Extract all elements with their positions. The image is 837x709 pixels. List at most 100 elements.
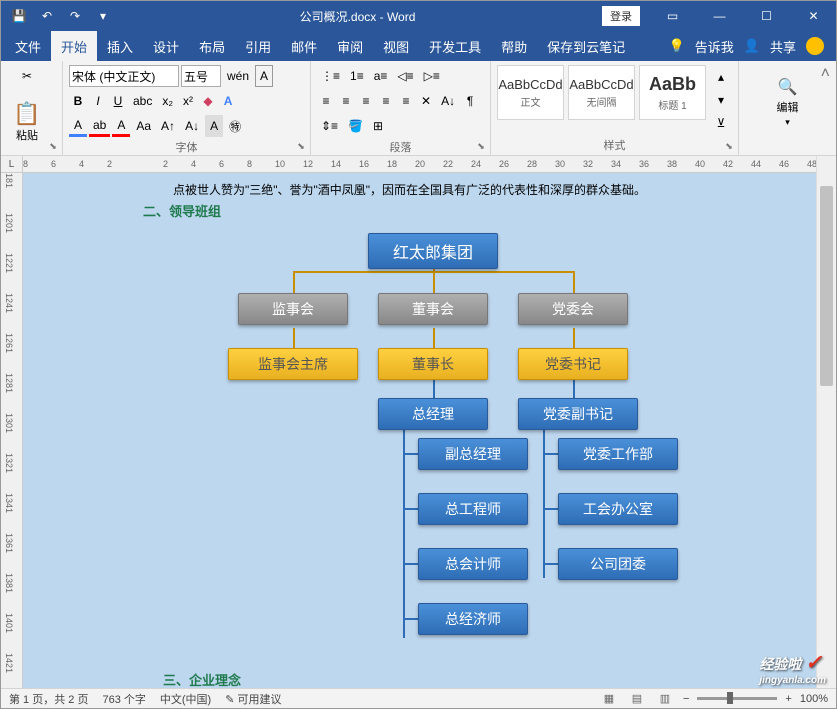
tell-me-label[interactable]: 告诉我 — [695, 37, 734, 56]
numbering-icon[interactable]: 1≡ — [346, 65, 368, 87]
paragraph-launcher-icon[interactable]: ⬊ — [474, 139, 488, 153]
align-center-icon[interactable]: ≡ — [337, 90, 355, 112]
web-layout-icon[interactable]: ▥ — [655, 691, 675, 707]
styles-launcher-icon[interactable]: ⬊ — [722, 139, 736, 153]
org-branch-1[interactable]: 董事会 — [378, 293, 488, 325]
shrink-font-icon[interactable]: A↓ — [181, 115, 203, 137]
shading-icon[interactable]: 🪣 — [344, 115, 367, 137]
status-words[interactable]: 763 个字 — [102, 691, 145, 707]
align-right-icon[interactable]: ≡ — [357, 90, 375, 112]
org-node-zongjingji[interactable]: 总经济师 — [418, 603, 528, 635]
print-layout-icon[interactable]: ▤ — [627, 691, 647, 707]
status-lang[interactable]: 中文(中国) — [160, 691, 211, 707]
grow-font-icon[interactable]: A↑ — [157, 115, 179, 137]
share-icon[interactable]: 👤 — [744, 38, 760, 54]
menu-cloud[interactable]: 保存到云笔记 — [537, 31, 635, 62]
read-mode-icon[interactable]: ▦ — [599, 691, 619, 707]
style-nospacing[interactable]: AaBbCcDd 无间隔 — [568, 65, 635, 120]
qat-dropdown-icon[interactable]: ▾ — [93, 6, 113, 26]
subscript-button[interactable]: x₂ — [158, 90, 177, 112]
strike-button[interactable]: abc — [129, 90, 156, 112]
font-color-icon[interactable]: ab — [89, 115, 110, 137]
superscript-button[interactable]: x² — [179, 90, 197, 112]
org-node-zongjingli[interactable]: 总经理 — [378, 398, 488, 430]
zoom-out-icon[interactable]: − — [683, 693, 689, 705]
increase-indent-icon[interactable]: ▷≡ — [420, 65, 444, 87]
show-marks-icon[interactable]: ¶ — [461, 90, 479, 112]
zoom-in-icon[interactable]: + — [785, 693, 791, 705]
login-button[interactable]: 登录 — [602, 6, 640, 26]
decrease-indent-icon[interactable]: ◁≡ — [393, 65, 417, 87]
find-icon[interactable]: 🔍 — [778, 77, 798, 97]
menu-mailings[interactable]: 邮件 — [281, 31, 327, 62]
menu-insert[interactable]: 插入 — [97, 31, 143, 62]
org-branch-0[interactable]: 监事会 — [238, 293, 348, 325]
clipboard-launcher-icon[interactable]: ⬊ — [46, 139, 60, 153]
clear-format-icon[interactable]: ◆ — [199, 90, 217, 112]
feedback-icon[interactable] — [806, 37, 824, 55]
font-color2-icon[interactable]: A — [112, 115, 130, 137]
bullets-icon[interactable]: ⋮≡ — [317, 65, 344, 87]
org-node-dongshizhang[interactable]: 董事长 — [378, 348, 488, 380]
save-icon[interactable]: 💾 — [9, 6, 29, 26]
highlight-icon[interactable]: A — [69, 115, 87, 137]
bold-button[interactable]: B — [69, 90, 87, 112]
style-heading1[interactable]: AaBb 标题 1 — [639, 65, 706, 120]
menu-design[interactable]: 设计 — [143, 31, 189, 62]
style-normal[interactable]: AaBbCcDd 正文 — [497, 65, 564, 120]
menu-layout[interactable]: 布局 — [189, 31, 235, 62]
org-node-fuzong[interactable]: 副总经理 — [418, 438, 528, 470]
org-branch-2[interactable]: 党委会 — [518, 293, 628, 325]
distribute-icon[interactable]: ≡ — [397, 90, 415, 112]
org-node-zongkuaiji[interactable]: 总会计师 — [418, 548, 528, 580]
styles-up-icon[interactable]: ▴ — [712, 69, 730, 85]
char-shading-icon[interactable]: A — [205, 115, 223, 137]
line-spacing-icon[interactable]: ⇕≡ — [317, 115, 342, 137]
multilevel-icon[interactable]: a≡ — [370, 65, 392, 87]
sort-icon[interactable]: A↓ — [437, 90, 459, 112]
menu-references[interactable]: 引用 — [235, 31, 281, 62]
menu-help[interactable]: 帮助 — [491, 31, 537, 62]
menu-view[interactable]: 视图 — [373, 31, 419, 62]
org-node-gonghui[interactable]: 工会办公室 — [558, 493, 678, 525]
italic-button[interactable]: I — [89, 90, 107, 112]
collapse-ribbon-icon[interactable]: ˄ — [821, 65, 830, 83]
borders-icon[interactable]: ⊞ — [369, 115, 387, 137]
styles-down-icon[interactable]: ▾ — [712, 92, 730, 108]
document-area[interactable]: 点被世人赞为"三绝"、誉为"酒中凤凰"，因而在全国具有广泛的代表性和深厚的群众基… — [23, 173, 816, 688]
ribbon-options-icon[interactable]: ▭ — [650, 1, 695, 31]
font-size-select[interactable] — [181, 65, 221, 87]
org-node-jianshizhuxi[interactable]: 监事会主席 — [228, 348, 358, 380]
org-chart[interactable]: 红太郎集团 监事会 董事会 党委会 监事会主席 董事长 党委书记 总经理 党委副… — [148, 233, 708, 663]
scroll-thumb[interactable] — [820, 186, 833, 386]
styles-more-icon[interactable]: ⊻ — [712, 115, 730, 131]
justify-icon[interactable]: ≡ — [377, 90, 395, 112]
vertical-ruler[interactable]: 1811201122112411261128113011321134113611… — [1, 173, 23, 688]
menu-home[interactable]: 开始 — [51, 31, 97, 62]
vertical-scrollbar[interactable] — [816, 156, 836, 688]
font-name-select[interactable] — [69, 65, 179, 87]
minimize-icon[interactable]: — — [697, 1, 742, 31]
status-suggest[interactable]: ✎ 可用建议 — [225, 691, 281, 707]
change-case-icon[interactable]: Aa — [132, 115, 155, 137]
menu-file[interactable]: 文件 — [5, 31, 51, 62]
char-border-icon[interactable]: A — [255, 65, 273, 87]
maximize-icon[interactable]: ☐ — [744, 1, 789, 31]
enclose-char-icon[interactable]: ㊕ — [225, 115, 245, 137]
org-node-dangweishuji[interactable]: 党委书记 — [518, 348, 628, 380]
status-page[interactable]: 第 1 页，共 2 页 — [9, 691, 88, 707]
align-left-icon[interactable]: ≡ — [317, 90, 335, 112]
org-node-dangweigzb[interactable]: 党委工作部 — [558, 438, 678, 470]
redo-icon[interactable]: ↷ — [65, 6, 85, 26]
format-painter-icon[interactable]: ✂ — [18, 65, 36, 87]
share-label[interactable]: 共享 — [770, 37, 796, 56]
tell-me-icon[interactable]: 💡 — [669, 38, 685, 54]
menu-developer[interactable]: 开发工具 — [419, 31, 491, 62]
org-root[interactable]: 红太郎集团 — [368, 233, 498, 269]
underline-button[interactable]: U — [109, 90, 127, 112]
phonetic-icon[interactable]: wén — [223, 65, 253, 87]
org-node-zonggong[interactable]: 总工程师 — [418, 493, 528, 525]
horizontal-ruler[interactable]: 8642246810121416182022242628303234363840… — [23, 156, 816, 173]
asian-layout-icon[interactable]: ✕ — [417, 90, 435, 112]
undo-icon[interactable]: ↶ — [37, 6, 57, 26]
